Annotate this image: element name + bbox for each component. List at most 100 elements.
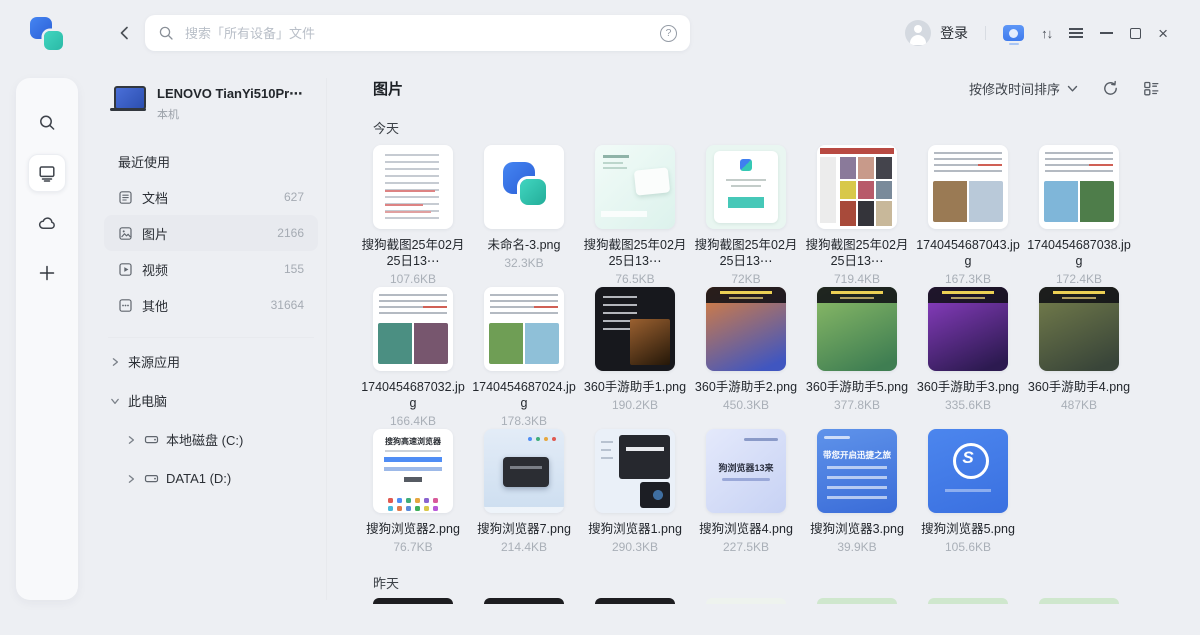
- file-item[interactable]: 搜狗浏览器1.png290.3KB: [595, 429, 675, 571]
- file-name: 1740454687043.jpg: [915, 237, 1021, 269]
- device-item[interactable]: LENOVO TianYi510Pr⋯ 本机: [110, 86, 326, 122]
- file-size: 172.4KB: [1026, 272, 1132, 286]
- file-size: 39.9KB: [804, 540, 910, 554]
- sidebar-item-images[interactable]: 图片2166: [104, 215, 318, 251]
- file-size: 487KB: [1026, 398, 1132, 412]
- sidebar-item-videos[interactable]: 视频155: [104, 251, 318, 287]
- file-size: 76.5KB: [582, 272, 688, 286]
- laptop-icon: [110, 86, 146, 113]
- file-size: 335.6KB: [915, 398, 1021, 412]
- file-item[interactable]: 360手游助手5.png377.8KB: [817, 287, 897, 429]
- transfer-list-icon[interactable]: ↑↓: [1041, 26, 1052, 41]
- file-size: 32.3KB: [471, 256, 577, 270]
- file-item[interactable]: 带您开启迅捷之旅搜狗浏览器3.png39.9KB: [817, 429, 897, 571]
- file-thumbnail: 搜狗高速浏览器: [373, 429, 453, 513]
- file-item[interactable]: 360手游助手1.png190.2KB: [595, 287, 675, 429]
- file-name: 1740454687024.jpg: [471, 379, 577, 411]
- file-item-partial[interactable]: [595, 598, 675, 604]
- file-item[interactable]: 360手游助手4.png487KB: [1039, 287, 1119, 429]
- maximize-button[interactable]: [1130, 28, 1141, 39]
- file-item-partial[interactable]: [928, 598, 1008, 604]
- rail-cloud-button[interactable]: [28, 204, 66, 242]
- file-item-partial[interactable]: [373, 598, 453, 604]
- category-label: 图片: [142, 224, 277, 243]
- file-item[interactable]: 搜狗截图25年02月25日13⋯72KB: [706, 145, 786, 287]
- file-thumbnail: [373, 287, 453, 371]
- file-item[interactable]: 搜狗截图25年02月25日13⋯76.5KB: [595, 145, 675, 287]
- menu-icon[interactable]: [1069, 28, 1083, 38]
- title-bar: ? 登录 ↑↓ ×: [0, 0, 1200, 66]
- file-size: 377.8KB: [804, 398, 910, 412]
- category-list: 文档627图片2166视频155其他31664: [96, 179, 326, 323]
- rail-search-button[interactable]: [28, 104, 66, 142]
- back-button[interactable]: [116, 24, 134, 42]
- file-thumbnail: [928, 145, 1008, 229]
- section-label-yesterday: 昨天: [373, 573, 399, 592]
- sidebar-item-others[interactable]: 其他31664: [104, 287, 318, 323]
- file-name: 搜狗截图25年02月25日13⋯: [804, 237, 910, 269]
- file-item[interactable]: 搜狗浏览器5.png105.6KB: [928, 429, 1008, 571]
- sort-dropdown[interactable]: 按修改时间排序: [969, 79, 1078, 98]
- file-item[interactable]: 360手游助手2.png450.3KB: [706, 287, 786, 429]
- file-name: 1740454687032.jpg: [360, 379, 466, 411]
- device-subtitle: 本机: [157, 106, 302, 122]
- file-item-partial[interactable]: [817, 598, 897, 604]
- login-button[interactable]: 登录: [940, 23, 968, 43]
- minimize-button[interactable]: [1100, 32, 1113, 34]
- tree-item-disk-d[interactable]: DATA1 (D:): [96, 459, 326, 498]
- file-item[interactable]: 未命名-3.png32.3KB: [484, 145, 564, 287]
- file-item[interactable]: 搜狗截图25年02月25日13⋯107.6KB: [373, 145, 453, 287]
- refresh-button[interactable]: [1102, 80, 1119, 97]
- device-sync-icon[interactable]: [1003, 25, 1024, 41]
- close-button[interactable]: ×: [1158, 25, 1168, 42]
- file-thumbnail: [595, 429, 675, 513]
- file-item[interactable]: 1740454687043.jpg167.3KB: [928, 145, 1008, 287]
- file-item-partial[interactable]: [1039, 598, 1119, 604]
- file-thumbnail: [484, 145, 564, 229]
- help-icon[interactable]: ?: [660, 25, 677, 42]
- search-icon: [158, 25, 174, 41]
- file-item[interactable]: 搜狗高速浏览器搜狗浏览器2.png76.7KB: [373, 429, 453, 571]
- avatar[interactable]: [905, 20, 931, 46]
- file-size: 290.3KB: [582, 540, 688, 554]
- chevron-right-icon: [126, 435, 136, 445]
- file-name: 搜狗浏览器5.png: [915, 521, 1021, 537]
- search-bar[interactable]: ?: [145, 15, 690, 51]
- file-name: 360手游助手2.png: [693, 379, 799, 395]
- file-item[interactable]: 狗浏览器13来搜狗浏览器4.png227.5KB: [706, 429, 786, 571]
- file-name: 未命名-3.png: [471, 237, 577, 253]
- file-thumbnail: [373, 145, 453, 229]
- file-item[interactable]: 搜狗浏览器7.png214.4KB: [484, 429, 564, 571]
- tree-item-disk-c[interactable]: 本地磁盘 (C:): [96, 420, 326, 459]
- tree-item-label: DATA1 (D:): [166, 471, 231, 486]
- file-size: 72KB: [693, 272, 799, 286]
- file-item[interactable]: 1740454687024.jpg178.3KB: [484, 287, 564, 429]
- rail-add-button[interactable]: [28, 254, 66, 292]
- rail-computer-button[interactable]: [28, 154, 66, 192]
- tree-item-label: 此电脑: [128, 391, 167, 410]
- file-item[interactable]: 1740454687032.jpg166.4KB: [373, 287, 453, 429]
- chevron-right-icon: [126, 474, 136, 484]
- next-row-stubs: [373, 598, 1119, 604]
- thumbnail-text: 搜狗高速浏览器: [373, 436, 453, 447]
- file-name: 搜狗截图25年02月25日13⋯: [693, 237, 799, 269]
- file-item-partial[interactable]: [706, 598, 786, 604]
- file-size: 190.2KB: [582, 398, 688, 412]
- refresh-icon: [1102, 80, 1119, 97]
- search-input[interactable]: [183, 25, 660, 42]
- tree-item-this-pc[interactable]: 此电脑: [96, 381, 326, 420]
- file-item[interactable]: 360手游助手3.png335.6KB: [928, 287, 1008, 429]
- sidebar-item-docs[interactable]: 文档627: [104, 179, 318, 215]
- view-mode-button[interactable]: [1143, 80, 1160, 97]
- file-item[interactable]: 1740454687038.jpg172.4KB: [1039, 145, 1119, 287]
- tree-item-source-apps[interactable]: 来源应用: [96, 342, 326, 381]
- file-size: 719.4KB: [804, 272, 910, 286]
- drive-icon: [144, 432, 159, 447]
- chevron-right-icon: [110, 357, 120, 367]
- image-icon: [118, 226, 133, 241]
- main-content: 图片 按修改时间排序 今天 搜狗截图25年02月25日13⋯107.6KB未命名…: [327, 66, 1200, 635]
- file-grid: 搜狗截图25年02月25日13⋯107.6KB未命名-3.png32.3KB搜狗…: [373, 145, 1119, 571]
- file-item-partial[interactable]: [484, 598, 564, 604]
- file-name: 360手游助手5.png: [804, 379, 910, 395]
- file-item[interactable]: 搜狗截图25年02月25日13⋯719.4KB: [817, 145, 897, 287]
